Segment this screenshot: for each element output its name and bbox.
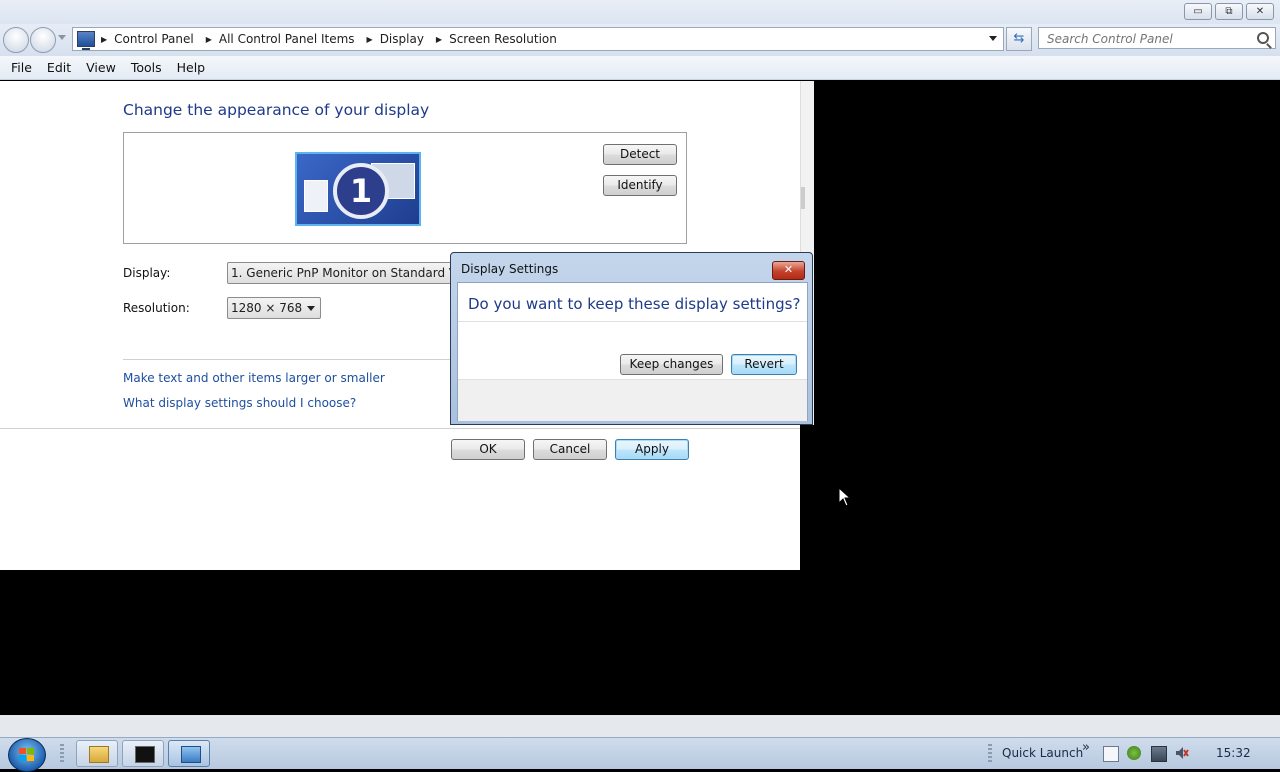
taskbar-grip[interactable] [988, 744, 992, 764]
address-dropdown-icon[interactable] [989, 36, 997, 41]
search-input[interactable] [1045, 29, 1259, 49]
taskbar: Quick Launch » 15:32 [0, 737, 1280, 772]
document-icon[interactable] [1103, 746, 1119, 762]
breadcrumb-display[interactable]: Display [380, 32, 424, 46]
control-panel-icon [77, 31, 95, 50]
back-button[interactable] [3, 27, 29, 53]
display-settings-icon [181, 746, 201, 763]
menu-bar: File Edit View Tools Help [0, 56, 1280, 80]
dialog-question: Do you want to keep these display settin… [468, 295, 801, 313]
address-field[interactable]: ▶ Control Panel ▶ All Control Panel Item… [72, 27, 1004, 51]
start-button[interactable] [8, 738, 46, 772]
apply-button[interactable]: Apply [615, 439, 689, 460]
keep-changes-button[interactable]: Keep changes [620, 354, 723, 375]
display-help-link[interactable]: What display settings should I choose? [123, 396, 356, 410]
ok-button[interactable]: OK [451, 439, 525, 460]
chevron-down-icon [307, 306, 315, 311]
breadcrumb-arrow-icon[interactable]: ▶ [436, 35, 442, 44]
divider [123, 359, 453, 360]
desktop-strip [0, 715, 1280, 737]
breadcrumb-all-items[interactable]: All Control Panel Items [219, 32, 355, 46]
mouse-cursor-icon [838, 487, 852, 507]
taskbar-grip[interactable] [60, 744, 64, 764]
monitor-window-icon [304, 180, 328, 212]
address-toolbar: ▶ Control Panel ▶ All Control Panel Item… [0, 24, 1280, 56]
divider [458, 321, 807, 322]
breadcrumb-arrow-icon[interactable]: ▶ [206, 35, 212, 44]
volume-muted-icon[interactable] [1175, 746, 1189, 760]
divider [0, 428, 800, 429]
windows-logo-icon [19, 748, 35, 762]
dialog-close-button[interactable]: ✕ [772, 261, 805, 280]
page-title: Change the appearance of your display [123, 101, 430, 119]
breadcrumb-arrow-icon[interactable]: ▶ [101, 35, 107, 44]
menu-file[interactable]: File [11, 60, 32, 75]
security-icon[interactable] [1127, 746, 1141, 760]
forward-button[interactable] [30, 27, 56, 53]
resolution-select-value: 1280 × 768 [231, 301, 303, 315]
monitor-preview-area: 1 Detect Identify [123, 132, 687, 244]
scrollbar-thumb[interactable] [801, 187, 805, 209]
monitor-1-thumbnail[interactable]: 1 [295, 152, 421, 226]
network-icon[interactable] [1151, 746, 1167, 762]
breadcrumb-control-panel[interactable]: Control Panel [114, 32, 194, 46]
chevron-right-icon[interactable]: » [1082, 740, 1090, 755]
recent-pages-dropdown[interactable] [58, 35, 66, 40]
dialog-title: Display Settings [461, 262, 559, 276]
breadcrumb-screen-resolution[interactable]: Screen Resolution [449, 32, 557, 46]
terminal-icon [135, 746, 155, 763]
close-button[interactable]: ✕ [1246, 3, 1274, 20]
breadcrumb-arrow-icon[interactable]: ▶ [367, 35, 373, 44]
restore-button[interactable]: ⧉ [1215, 3, 1243, 20]
breadcrumb: ▶ Control Panel ▶ All Control Panel Item… [101, 32, 569, 46]
folder-icon [89, 746, 109, 763]
menu-edit[interactable]: Edit [47, 60, 71, 75]
task-command-prompt[interactable] [122, 740, 164, 767]
text-size-link[interactable]: Make text and other items larger or smal… [123, 371, 385, 385]
dialog-body: Do you want to keep these display settin… [457, 282, 808, 421]
menu-help[interactable]: Help [177, 60, 206, 75]
minimize-button[interactable]: ▭ [1184, 3, 1212, 20]
search-icon[interactable] [1257, 32, 1269, 44]
monitor-number-badge: 1 [333, 163, 389, 219]
search-box[interactable] [1038, 27, 1276, 49]
resolution-label: Resolution: [123, 301, 190, 315]
refresh-icon: ⇆ [1013, 31, 1025, 46]
dialog-footer [458, 379, 807, 421]
display-select-value: 1. Generic PnP Monitor on Standard VGA G… [231, 266, 466, 280]
display-settings-dialog: Display Settings ✕ Do you want to keep t… [450, 252, 813, 425]
display-select[interactable]: 1. Generic PnP Monitor on Standard VGA G… [227, 262, 467, 284]
close-icon: ✕ [783, 263, 794, 276]
display-label: Display: [123, 266, 171, 280]
menu-view[interactable]: View [86, 60, 116, 75]
refresh-button[interactable]: ⇆ [1006, 27, 1032, 51]
resolution-select[interactable]: 1280 × 768 [227, 297, 321, 319]
detect-button[interactable]: Detect [603, 144, 677, 165]
identify-button[interactable]: Identify [603, 175, 677, 196]
quick-launch-label[interactable]: Quick Launch [1002, 746, 1083, 760]
title-bar: ▭ ⧉ ✕ [0, 0, 1280, 24]
task-explorer[interactable] [76, 740, 118, 767]
task-control-panel[interactable] [168, 740, 210, 767]
clock[interactable]: 15:32 [1216, 746, 1251, 760]
cancel-button[interactable]: Cancel [533, 439, 607, 460]
revert-button[interactable]: Revert [731, 354, 797, 375]
menu-tools[interactable]: Tools [131, 60, 162, 75]
